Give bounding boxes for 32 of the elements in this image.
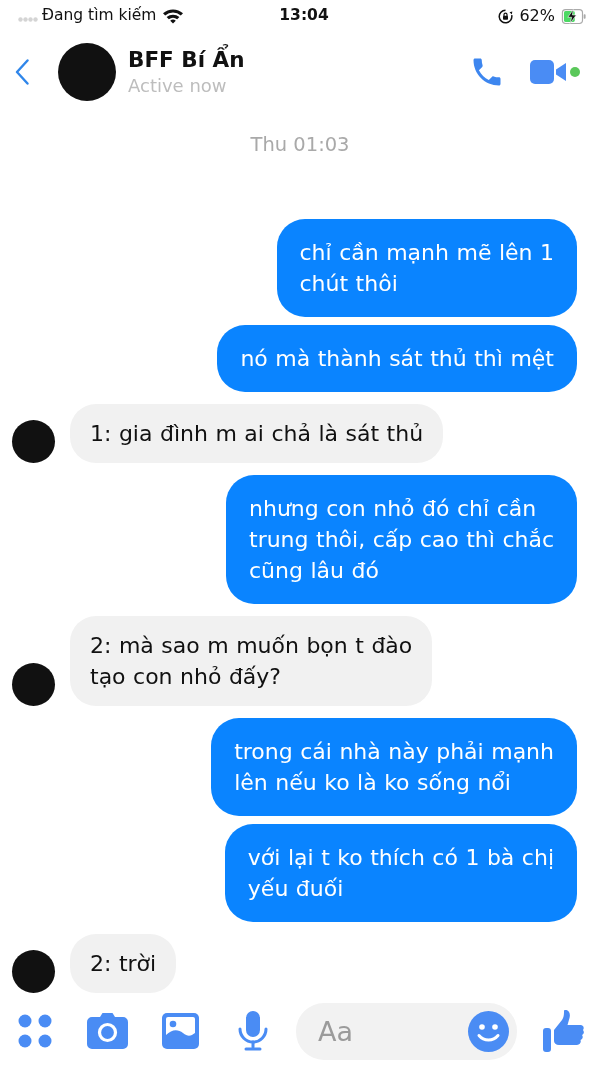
sent-message-bubble: nhưng con nhỏ đó chỉ cần trung thôi, cấp cao thì chắc cũng lâu đó bbox=[226, 475, 577, 604]
sent-message-bubble: nó mà thành sát thủ thì mệt bbox=[217, 325, 577, 392]
back-icon[interactable] bbox=[15, 59, 29, 85]
received-message-bubble: 2: mà sao m muốn bọn t đào tạo con nhỏ đấy? bbox=[70, 616, 433, 706]
contact-avatar[interactable] bbox=[58, 43, 116, 101]
sent-message-bubble: với lại t ko thích có 1 bà chị yếu đuối bbox=[224, 824, 577, 922]
timestamp: Thu 01:03 bbox=[250, 133, 350, 156]
thumbs-up-icon[interactable] bbox=[543, 1010, 585, 1052]
online-dot-icon bbox=[570, 67, 580, 77]
carrier-name: Đang tìm kiếm bbox=[42, 5, 157, 27]
wifi-icon bbox=[162, 8, 185, 24]
sender-avatar bbox=[12, 663, 55, 706]
sent-message-bubble: trong cái nhà này phải mạnh lên nếu ko là ko sống nổi bbox=[211, 718, 577, 816]
received-message-bubble: 1: gia đình m ai chả là sát thủ bbox=[70, 404, 444, 463]
rotation-lock-icon bbox=[498, 8, 514, 24]
video-camera-icon[interactable] bbox=[530, 60, 566, 84]
sent-message-bubble: chỉ cần mạnh mẽ lên 1 chút thôi bbox=[276, 219, 577, 317]
status-time: 13:04 bbox=[279, 5, 329, 27]
sender-avatar bbox=[12, 420, 55, 463]
image-icon[interactable] bbox=[162, 1013, 199, 1049]
received-message-bubble: 2: trời bbox=[70, 934, 177, 993]
camera-icon[interactable] bbox=[87, 1013, 128, 1049]
message-field[interactable]: Aa bbox=[296, 1002, 517, 1060]
battery-percentage: 62% bbox=[519, 5, 555, 27]
microphone-icon[interactable] bbox=[238, 1011, 268, 1051]
phone-icon[interactable] bbox=[472, 57, 502, 87]
active-status: Active now bbox=[128, 74, 227, 98]
contact-name: BFF Bí Ẩn bbox=[128, 46, 245, 74]
signal-icon bbox=[18, 16, 38, 22]
apps-menu-icon[interactable] bbox=[18, 1014, 52, 1048]
sender-avatar bbox=[12, 950, 55, 993]
emoji-icon[interactable] bbox=[468, 1010, 509, 1052]
